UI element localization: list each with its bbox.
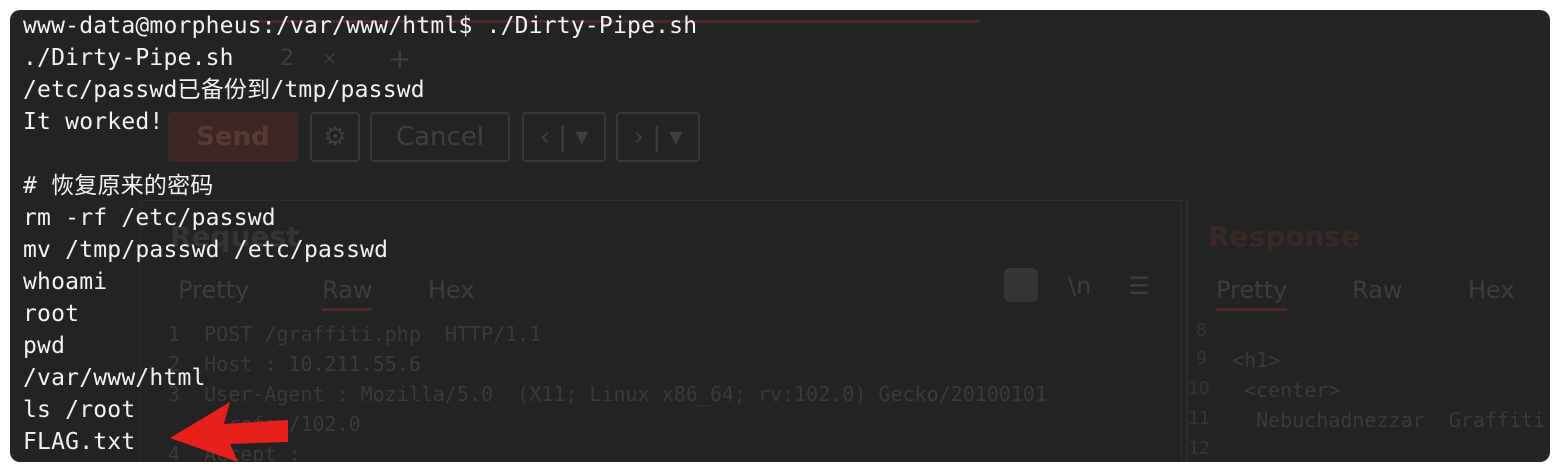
response-title: Response	[1208, 220, 1361, 253]
menu-icon: ☰	[1128, 272, 1150, 300]
response-line-number: 10	[1188, 378, 1210, 399]
response-tab-pretty: Pretty	[1216, 276, 1288, 311]
terminal-line: It worked!	[23, 109, 164, 135]
red-arrow-annotation-icon	[170, 402, 288, 462]
response-line-number: 8	[1196, 320, 1207, 341]
arrow-shape	[170, 402, 288, 462]
terminal-line: /var/www/html	[23, 365, 206, 391]
newline-toggle-icon: \n	[1068, 272, 1092, 300]
terminal-line: ./Dirty-Pipe.sh	[23, 45, 234, 71]
terminal-line: ls /root	[23, 397, 136, 423]
response-line-number: 9	[1196, 348, 1207, 369]
terminal-line: pwd	[23, 333, 66, 359]
response-line-number: 12	[1188, 438, 1210, 459]
terminal-comment-line: # 恢复原来的密码	[23, 173, 214, 199]
terminal-line: mv /tmp/passwd /etc/passwd	[23, 237, 389, 263]
terminal-line: root	[23, 301, 80, 327]
message-actions-icon	[1004, 268, 1038, 302]
terminal-line: /etc/passwd已备份到/tmp/passwd	[23, 77, 425, 103]
terminal-prompt-line: www-data@morpheus:/var/www/html$ ./Dirty…	[23, 13, 698, 39]
terminal-line: whoami	[23, 269, 108, 295]
response-line-number: 11	[1188, 408, 1210, 429]
response-tab-hex: Hex	[1468, 276, 1515, 304]
response-line: <center>	[1232, 378, 1341, 402]
terminal-window: 2 × + Send ⚙ Cancel ‹ | ▾ › | ▾ Request …	[10, 10, 1550, 462]
terminal-flag-line: FLAG.txt	[23, 429, 136, 455]
response-line: <h1>	[1232, 348, 1281, 372]
terminal-line: rm -rf /etc/passwd	[23, 205, 276, 231]
response-tab-raw: Raw	[1352, 276, 1403, 304]
response-line: Nebuchadnezzar Graffiti	[1232, 408, 1546, 432]
terminal-output[interactable]: www-data@morpheus:/var/www/html$ ./Dirty…	[23, 10, 697, 458]
